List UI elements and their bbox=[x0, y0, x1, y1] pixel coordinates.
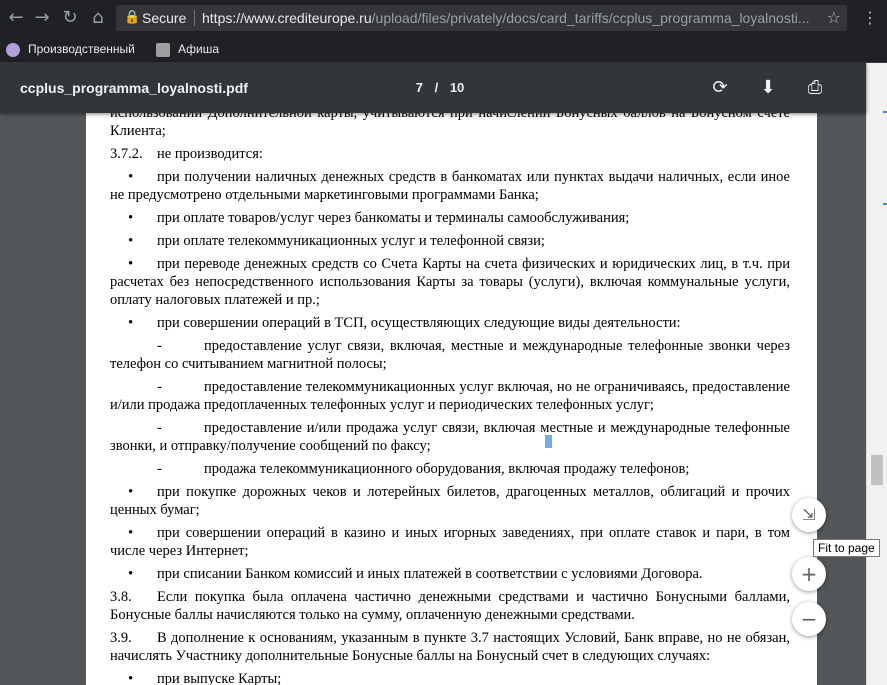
bookmark-star-icon[interactable]: ☆ bbox=[827, 5, 841, 31]
fit-to-page-icon: ⇲ bbox=[802, 505, 816, 524]
back-arrow-icon[interactable]: ← bbox=[2, 4, 30, 32]
dash-marker: - bbox=[157, 461, 162, 477]
dash-item: - предоставление и/или продажа услуг связ… bbox=[110, 419, 790, 455]
rotate-icon[interactable]: ⟳ bbox=[707, 75, 733, 101]
plus-icon: + bbox=[800, 562, 818, 586]
bullet-item: при оплате товаров/услуг через банкоматы… bbox=[110, 209, 790, 227]
bullet-item: при списании Банком комиссий и иных плат… bbox=[110, 565, 790, 583]
vertical-scrollbar[interactable] bbox=[866, 63, 887, 685]
minus-icon: − bbox=[800, 607, 818, 631]
section-3-9: 3.9. В дополнение к основаниям, указанным… bbox=[110, 629, 790, 665]
bookmark-label: Афиша bbox=[178, 42, 220, 56]
lock-icon: 🔒 bbox=[124, 10, 141, 25]
dash-marker: - bbox=[157, 338, 162, 354]
bookmark-item[interactable]: Производственный bbox=[6, 36, 135, 62]
print-icon[interactable]: ⎙ bbox=[802, 75, 828, 101]
section-3-7-2: 3.7.2. не производится: bbox=[110, 145, 790, 163]
pdf-filename: ccplus_programma_loyalnosti.pdf bbox=[20, 80, 248, 96]
page-separator: / bbox=[434, 80, 439, 95]
fit-to-page-button[interactable]: ⇲ bbox=[792, 498, 826, 532]
pdf-toolbar: ccplus_programma_loyalnosti.pdf 7 / 10 ⟳… bbox=[0, 63, 866, 113]
section-text: В дополнение к основаниям, указанным в п… bbox=[110, 630, 790, 664]
section-text: Если покупка была оплачена частично дене… bbox=[110, 589, 790, 623]
dash-text: предоставление и/или продажа услуг связи… bbox=[110, 420, 790, 454]
dash-item: - предоставление телекоммуникационных усл… bbox=[110, 378, 790, 414]
bullet-item: при переводе денежных средств со Счета К… bbox=[110, 255, 790, 309]
reload-icon[interactable]: ↻ bbox=[56, 4, 84, 32]
section-number: 3.7.2. bbox=[110, 146, 143, 162]
dash-item: - предоставление услуг связи, включая, ме… bbox=[110, 337, 790, 373]
secure-label: Secure bbox=[142, 10, 187, 26]
browser-menu-icon[interactable]: ⋮ bbox=[859, 6, 881, 30]
zoom-out-button[interactable]: − bbox=[792, 602, 826, 636]
profile-avatar-icon bbox=[6, 42, 20, 57]
bullet-item: при получении наличных денежных средств … bbox=[110, 168, 790, 204]
dash-text: предоставление телекоммуникационных услу… bbox=[110, 379, 790, 413]
zoom-in-button[interactable]: + bbox=[792, 557, 826, 591]
url-host: https://www.crediteurope.ru bbox=[202, 10, 372, 26]
section-number: 3.8. bbox=[110, 589, 132, 605]
browser-toolbar: ← → ↻ ⌂ 🔒 Secure https://www.crediteurop… bbox=[0, 0, 887, 36]
bookmark-label: Производственный bbox=[28, 42, 135, 56]
bullet-item: при покупке дорожных чеков и лотерейных … bbox=[110, 483, 790, 519]
address-separator bbox=[194, 10, 195, 26]
dash-marker: - bbox=[157, 420, 162, 436]
scrollbar-marker bbox=[883, 203, 887, 205]
bookmark-favicon-icon bbox=[156, 42, 170, 57]
dash-text: продажа телекоммуникационного оборудован… bbox=[204, 461, 690, 477]
text-cursor-icon bbox=[545, 435, 552, 448]
bookmarks-bar: Производственный Афиша bbox=[0, 36, 887, 63]
bookmark-item[interactable]: Афиша bbox=[156, 36, 219, 62]
total-pages: 10 bbox=[449, 80, 465, 95]
bullet-item: при оплате телекоммуникационных услуг и … bbox=[110, 232, 790, 250]
bullet-item: при совершении операций в ТСП, осуществл… bbox=[110, 314, 790, 332]
dash-marker: - bbox=[157, 379, 162, 395]
forward-arrow-icon[interactable]: → bbox=[28, 4, 56, 32]
section-text: не производится: bbox=[157, 146, 263, 162]
bullet-item: при совершении операций в казино и иных … bbox=[110, 524, 790, 560]
fit-to-page-tooltip: Fit to page bbox=[813, 539, 880, 557]
scrollbar-thumb[interactable] bbox=[871, 455, 883, 485]
dash-item: - продажа телекоммуникационного оборудова… bbox=[110, 460, 790, 478]
url-text[interactable]: https://www.crediteurope.ru/upload/files… bbox=[202, 5, 814, 31]
section-number: 3.9. bbox=[110, 630, 132, 646]
pdf-page: использовании Дополнительной карты, учит… bbox=[86, 113, 817, 685]
download-icon[interactable]: ⬇ bbox=[755, 75, 781, 101]
url-path: /upload/files/privately/docs/card_tariff… bbox=[371, 10, 810, 26]
address-bar[interactable]: 🔒 Secure https://www.crediteurope.ru/upl… bbox=[116, 5, 847, 31]
scrollbar-marker bbox=[883, 111, 887, 113]
section-3-8: 3.8. Если покупка была оплачена частично … bbox=[110, 588, 790, 624]
home-icon[interactable]: ⌂ bbox=[84, 4, 112, 32]
dash-text: предоставление услуг связи, включая, мес… bbox=[110, 338, 790, 372]
current-page-number[interactable]: 7 bbox=[416, 80, 423, 95]
page-content: использовании Дополнительной карты, учит… bbox=[110, 113, 790, 685]
paragraph: использовании Дополнительной карты, учит… bbox=[110, 113, 790, 139]
page-indicator: 7 / 10 bbox=[400, 63, 480, 113]
bullet-item: при выпуске Карты; bbox=[110, 670, 790, 685]
